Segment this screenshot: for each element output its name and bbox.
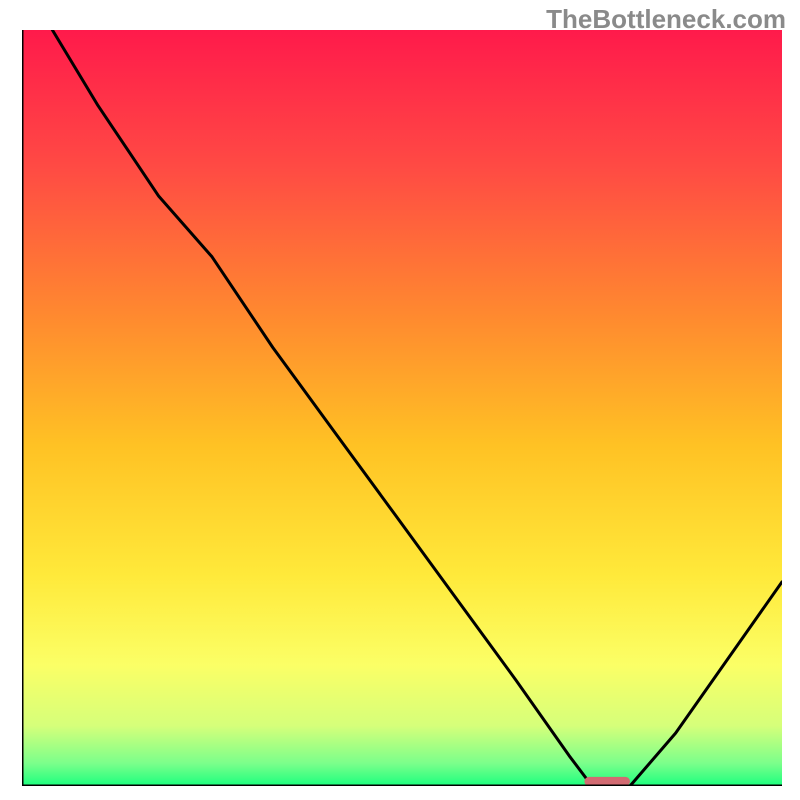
- plot-area: [22, 30, 782, 786]
- chart-svg: [22, 30, 782, 786]
- chart-container: TheBottleneck.com: [0, 0, 800, 800]
- gradient-background: [22, 30, 782, 786]
